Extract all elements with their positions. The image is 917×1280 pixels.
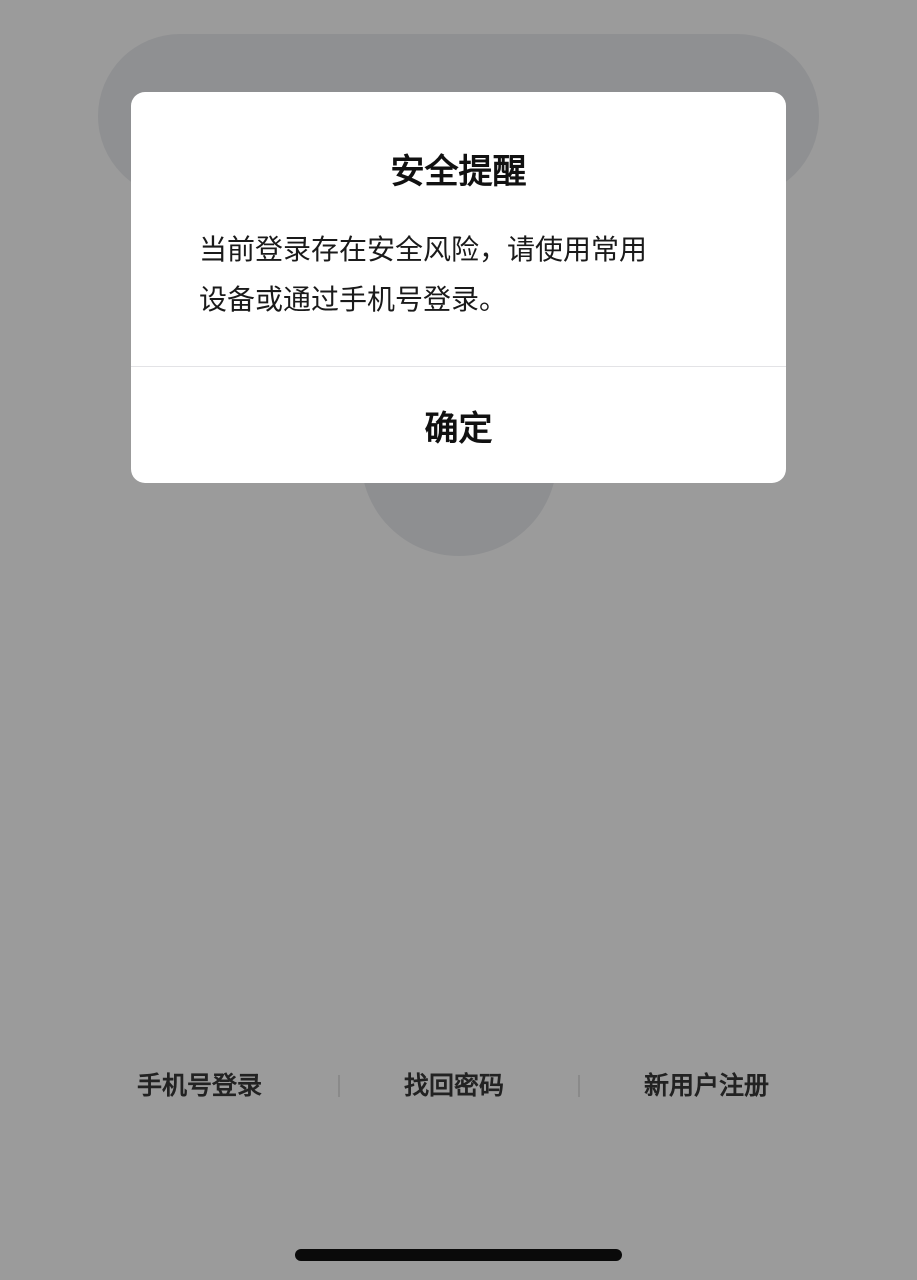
dialog-title: 安全提醒 xyxy=(390,152,527,192)
dialog-message-line-1: 当前登录存在安全风险，请使用常用 xyxy=(199,233,648,266)
link-separator xyxy=(578,1075,580,1097)
bottom-links-bar: 手机号登录 找回密码 新用户注册 xyxy=(0,1066,917,1106)
dialog-message-line-2: 设备或通过手机号登录。 xyxy=(199,283,508,316)
home-indicator[interactable] xyxy=(295,1249,622,1261)
dialog-message: 当前登录存在安全风险，请使用常用 设备或通过手机号登录。 xyxy=(199,225,726,325)
security-alert-dialog: 安全提醒 当前登录存在安全风险，请使用常用 设备或通过手机号登录。 确定 xyxy=(131,92,786,483)
confirm-button[interactable]: 确定 xyxy=(131,367,786,483)
register-link[interactable]: 新用户注册 xyxy=(644,1066,769,1106)
link-separator xyxy=(338,1075,340,1097)
phone-login-link[interactable]: 手机号登录 xyxy=(137,1066,262,1106)
recover-password-link[interactable]: 找回密码 xyxy=(404,1066,504,1106)
